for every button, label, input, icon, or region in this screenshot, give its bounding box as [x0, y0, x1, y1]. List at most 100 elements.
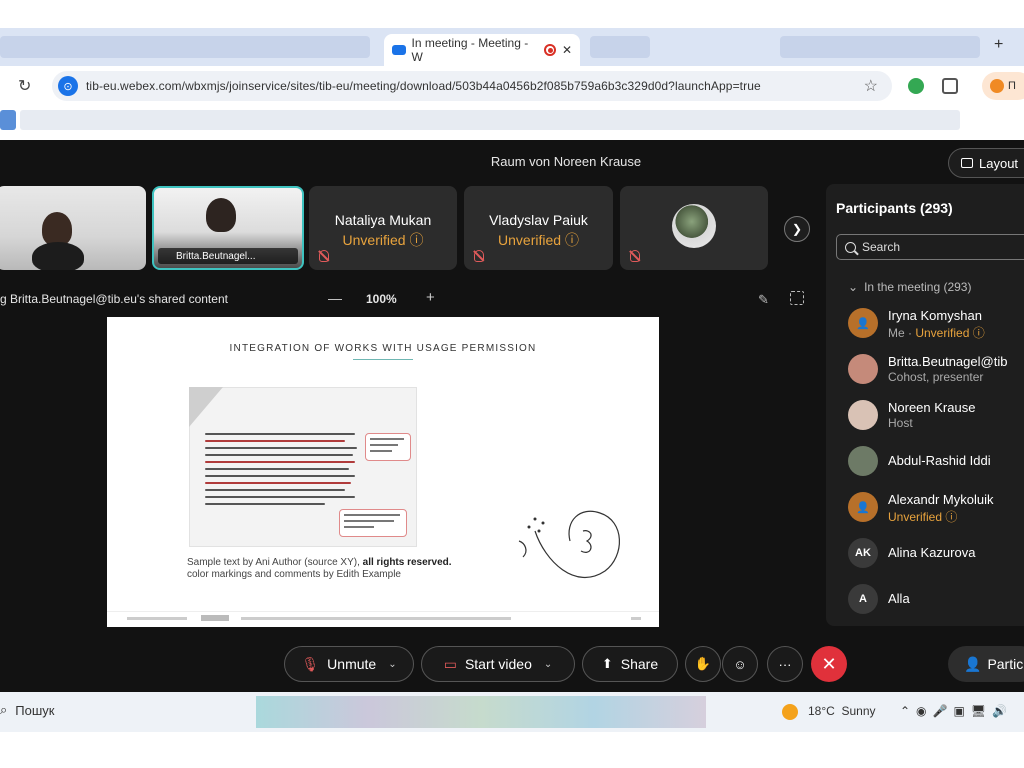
chevron-down-icon[interactable]: ⌄ [544, 659, 552, 670]
document-text-lines [205, 433, 361, 510]
leave-meeting-button[interactable]: ✕ [811, 646, 847, 682]
video-tile-participant[interactable] [0, 186, 146, 270]
participant-row[interactable]: Noreen Krause Host [848, 398, 1024, 444]
blurred-tab[interactable] [780, 36, 980, 58]
layout-label: Layout [979, 155, 1019, 171]
reactions-button[interactable]: ☺ [722, 646, 758, 682]
participants-search[interactable] [836, 234, 1024, 260]
annotate-icon[interactable]: ✎ [758, 292, 769, 308]
participant-row[interactable]: Britta.Beutnagel@tib Cohost, presenter [848, 352, 1024, 398]
bookmarks-bar [0, 106, 1024, 134]
participant-video [32, 242, 84, 270]
video-tile-vladyslav[interactable]: Vladyslav Paiuk Unverified ⓘ [464, 186, 613, 270]
extensions-puzzle-icon[interactable] [942, 78, 958, 94]
next-page-chevron-icon[interactable]: ❯ [784, 216, 810, 242]
video-tile-active-speaker[interactable]: Britta.Beutnagel... [152, 186, 304, 270]
taskbar-search[interactable]: ⌕ Пошук [0, 702, 54, 718]
participant-name: Alexandr Mykoluik [888, 492, 994, 507]
unmute-button[interactable]: 🎙 Unmute ⌄ [284, 646, 414, 682]
participants-title: Participants (293) [836, 200, 953, 216]
profile-button[interactable]: П [982, 72, 1024, 100]
layout-icon [961, 158, 973, 168]
tile-name: Britta.Beutnagel... [176, 250, 256, 262]
room-title: Raum von Noreen Krause [490, 154, 642, 169]
webex-meeting-window: Raum von Noreen Krause Layout Britta.Beu… [0, 140, 1024, 692]
participant-video [42, 212, 72, 246]
taskbar-search-label: Пошук [15, 702, 55, 718]
profile-label: П [1008, 80, 1016, 92]
tile-status: Unverified ⓘ [342, 232, 424, 248]
blurred-tab[interactable] [590, 36, 650, 58]
mic-muted-icon [319, 250, 329, 262]
screen: In meeting - Meeting - W ✕ + ↻ ⊙ tib-eu.… [0, 0, 1024, 768]
zoom-level: 100% [366, 292, 397, 306]
participants-toggle-button[interactable]: 👤 Partic [948, 646, 1024, 682]
avatar: AK [848, 538, 878, 568]
in-meeting-group-header[interactable]: ⌄ In the meeting (293) [848, 280, 971, 294]
close-tab-icon[interactable]: ✕ [562, 43, 572, 57]
site-info-icon[interactable]: ⊙ [58, 76, 78, 96]
sun-icon[interactable] [782, 704, 798, 720]
layout-button[interactable]: Layout [948, 148, 1024, 178]
mic-muted-icon [474, 250, 484, 262]
participant-row[interactable]: A Alla [848, 582, 1024, 628]
mic-muted-icon: 🎙 [301, 655, 320, 672]
chevron-down-icon[interactable]: ⌄ [388, 659, 396, 670]
active-tab[interactable]: In meeting - Meeting - W ✕ [384, 34, 580, 66]
tile-name-bar: Britta.Beutnagel... [158, 248, 298, 264]
more-options-button[interactable]: ··· [767, 646, 803, 682]
extension-icon[interactable] [908, 78, 924, 94]
search-icon [845, 241, 856, 253]
system-tray-icons[interactable]: ⌃◉🎤▣🖥🔊 [900, 704, 1013, 718]
avatar [672, 204, 716, 248]
participant-row[interactable]: 👤 Iryna Komyshan Me · Unverified ⓘ [848, 306, 1024, 352]
participant-video [206, 198, 236, 232]
start-video-button[interactable]: ▭ Start video ⌄ [421, 646, 575, 682]
zoom-out-button[interactable]: — [328, 290, 342, 306]
smiley-icon: ☺ [733, 656, 747, 672]
tile-status: Unverified ⓘ [498, 232, 579, 248]
participants-list: 👤 Iryna Komyshan Me · Unverified ⓘ Britt… [848, 306, 1024, 628]
shared-slide: INTEGRATION OF WORKS WITH USAGE PERMISSI… [107, 317, 659, 627]
participant-name: Alla [888, 591, 910, 606]
avatar [848, 354, 878, 384]
comment-bubble [339, 509, 407, 537]
active-tab-title: In meeting - Meeting - W [411, 36, 529, 64]
search-input[interactable] [862, 240, 1022, 254]
avatar [848, 400, 878, 430]
shared-content-label: g Britta.Beutnagel@tib.eu's shared conte… [0, 292, 228, 306]
title-underline [353, 359, 413, 360]
page-fold [189, 387, 223, 427]
url-text[interactable]: tib-eu.webex.com/wbxmjs/joinservice/site… [86, 79, 761, 93]
share-label: Share [620, 656, 659, 672]
video-tile-nataliya[interactable]: Nataliya Mukan Unverified ⓘ [309, 186, 457, 270]
blurred-bookmarks[interactable] [20, 110, 960, 130]
reload-icon[interactable]: ↻ [18, 76, 31, 96]
unmute-label: Unmute [327, 656, 377, 672]
webex-favicon-icon [392, 45, 406, 55]
participants-toggle-label: Partic [987, 656, 1024, 672]
browser-toolbar: ↻ ⊙ tib-eu.webex.com/wbxmjs/joinservice/… [0, 66, 1024, 106]
bookmark-icon[interactable] [0, 110, 16, 130]
participants-panel: Participants (293) ⌄ In the meeting (293… [826, 184, 1024, 626]
more-icon: ··· [778, 656, 792, 672]
avatar: 👤 [848, 308, 878, 338]
participant-row[interactable]: 👤 Alexandr Mykoluik Unverified ⓘ [848, 490, 1024, 536]
mic-muted-icon [630, 250, 640, 262]
start-video-label: Start video [464, 656, 532, 672]
participant-status: Unverified ⓘ [888, 510, 958, 524]
video-tile-avatar[interactable] [620, 186, 768, 270]
participant-row[interactable]: AK Alina Kazurova [848, 536, 1024, 582]
address-bar[interactable]: ⊙ tib-eu.webex.com/wbxmjs/joinservice/si… [52, 71, 892, 101]
bookmark-star-icon[interactable]: ☆ [864, 76, 878, 96]
fullscreen-icon[interactable] [790, 291, 804, 305]
search-icon: ⌕ [0, 702, 8, 717]
blurred-tabs[interactable] [0, 36, 370, 58]
new-tab-button[interactable]: + [994, 36, 1003, 54]
raise-hand-button[interactable]: ✋ [685, 646, 721, 682]
weather-widget[interactable]: 18°C Sunny [808, 704, 876, 718]
share-button[interactable]: ⬆ Share [582, 646, 678, 682]
participant-row[interactable]: Abdul-Rashid Iddi [848, 444, 1024, 490]
taskbar-pinned-apps[interactable] [256, 696, 706, 728]
zoom-in-button[interactable]: + [426, 289, 435, 306]
